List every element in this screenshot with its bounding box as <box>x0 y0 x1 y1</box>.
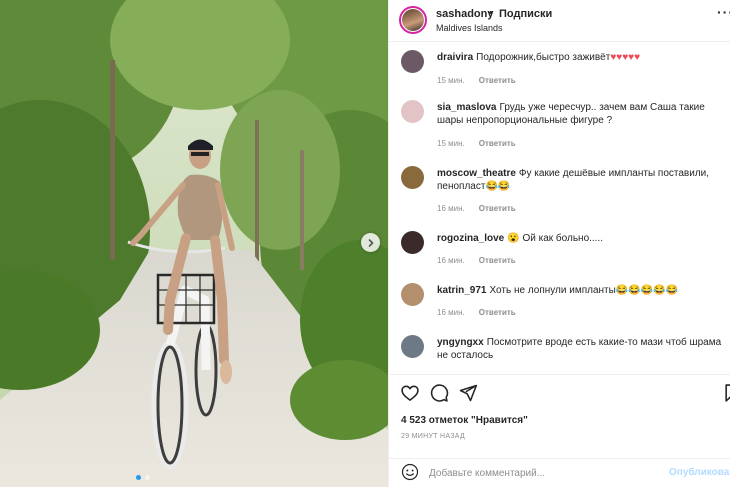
comment-body: moscow_theatre Фу какие дешёвые импланты … <box>437 167 729 193</box>
comment-input[interactable] <box>429 464 659 482</box>
comment-time[interactable]: 16 мин. <box>437 308 465 317</box>
commenter-username[interactable]: yngyngxx <box>437 337 484 348</box>
header-separator: • <box>489 7 493 19</box>
comment-body: rogozina_love 😮 Ой как больно..... <box>437 232 729 245</box>
carousel-dots <box>136 475 150 480</box>
commenter-avatar[interactable] <box>401 166 424 189</box>
comment-meta: 15 мин. Ответить <box>437 76 516 85</box>
comment-time[interactable]: 16 мин. <box>437 204 465 213</box>
comment-meta: 16 мин. Ответить <box>437 308 516 317</box>
reply-button[interactable]: Ответить <box>479 76 516 85</box>
comment-body: yngyngxx Посмотрите вроде есть какие-то м… <box>437 336 729 362</box>
comment-meta: 16 мин. Ответить <box>437 204 516 213</box>
carousel-dot <box>145 475 150 480</box>
commenter-avatar[interactable] <box>401 335 424 358</box>
commenter-username[interactable]: moscow_theatre <box>437 168 516 179</box>
post-sidebar: sashadony • Подписки Maldives Islands ··… <box>388 0 730 487</box>
commenter-avatar[interactable] <box>401 231 424 254</box>
comments-list[interactable]: draivira Подорожник,быстро заживёт♥♥♥♥♥ 1… <box>389 42 730 374</box>
heart-icon[interactable] <box>400 383 420 403</box>
likes-count[interactable]: 4 523 отметок "Нравится" <box>401 415 528 426</box>
comment-meta: 16 мин. Ответить <box>437 256 516 265</box>
bookmark-icon[interactable] <box>722 383 730 403</box>
comment-body: katrin_971 Хоть не лопнули импланты😂😂😂😂😂 <box>437 284 729 297</box>
post-header: sashadony • Подписки Maldives Islands ··… <box>389 0 730 42</box>
comment-time[interactable]: 15 мин. <box>437 76 465 85</box>
post-timestamp[interactable]: 29 МИНУТ НАЗАД <box>401 433 465 440</box>
author-username[interactable]: sashadony <box>436 8 493 20</box>
comment-time[interactable]: 15 мин. <box>437 139 465 148</box>
reply-button[interactable]: Ответить <box>479 204 516 213</box>
comment-time[interactable]: 16 мин. <box>437 256 465 265</box>
next-photo-button[interactable] <box>361 233 380 252</box>
comment-text: 😮 Ой как больно..... <box>507 233 604 244</box>
comment-body: sia_maslova Грудь уже чересчур.. зачем ва… <box>437 101 729 127</box>
share-icon[interactable] <box>458 383 478 403</box>
commenter-avatar[interactable] <box>401 283 424 306</box>
photo-scene <box>0 0 388 487</box>
comment-body: draivira Подорожник,быстро заживёт♥♥♥♥♥ <box>437 51 729 64</box>
reply-button[interactable]: Ответить <box>479 308 516 317</box>
post-actions: 4 523 отметок "Нравится" 29 МИНУТ НАЗАД <box>389 374 730 458</box>
more-options-button[interactable]: ··· <box>717 4 730 20</box>
author-avatar[interactable] <box>399 6 427 34</box>
carousel-dot-active <box>136 475 141 480</box>
post-location[interactable]: Maldives Islands <box>436 23 503 33</box>
commenter-username[interactable]: katrin_971 <box>437 285 486 296</box>
follow-status-button[interactable]: Подписки <box>499 8 552 20</box>
comment-icon[interactable] <box>429 383 449 403</box>
commenter-username[interactable]: rogozina_love <box>437 233 504 244</box>
chevron-right-icon <box>368 238 373 247</box>
comment-composer: Опубликовать <box>389 458 730 487</box>
commenter-username[interactable]: draivira <box>437 52 473 63</box>
publish-button[interactable]: Опубликовать <box>669 467 730 478</box>
comment-meta: 15 мин. Ответить <box>437 139 516 148</box>
commenter-avatar[interactable] <box>401 100 424 123</box>
comment-text: Подорожник,быстро заживёт♥♥♥♥♥ <box>476 52 640 63</box>
reply-button[interactable]: Ответить <box>479 139 516 148</box>
commenter-avatar[interactable] <box>401 50 424 73</box>
reply-button[interactable]: Ответить <box>479 256 516 265</box>
commenter-username[interactable]: sia_maslova <box>437 102 497 113</box>
post-photo[interactable] <box>0 0 388 487</box>
comment-text: Хоть не лопнули импланты😂😂😂😂😂 <box>489 285 679 296</box>
emoji-icon[interactable] <box>401 463 419 481</box>
